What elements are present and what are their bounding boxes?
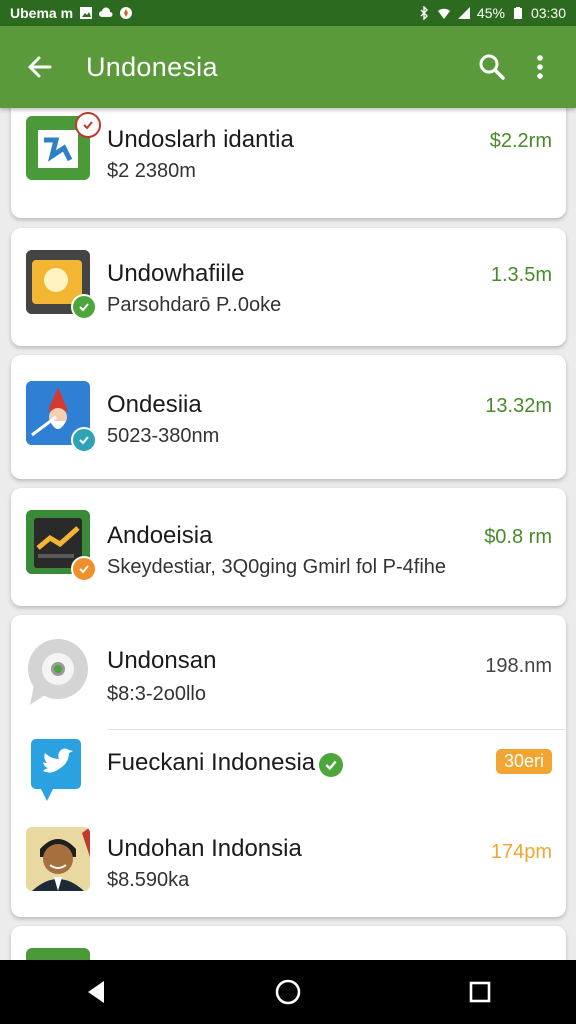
page-title: Undonesia xyxy=(86,51,218,82)
carrier-label: Ubema m xyxy=(10,5,74,21)
item-name: Undohan Indonsia xyxy=(107,835,302,862)
list-card[interactable]: Andoeisia Skeydestiar, 3Q0ging Gmirl fol… xyxy=(11,488,566,606)
item-subtitle: $8.590ka xyxy=(107,869,190,891)
list-item[interactable]: Undowhafiile Parsohdarō P..0oke 1.3.5m xyxy=(11,228,566,338)
check-badge-icon xyxy=(71,556,97,582)
wifi-icon xyxy=(437,8,450,19)
nav-home-button[interactable] xyxy=(258,967,318,1017)
check-badge-icon xyxy=(71,427,97,453)
list-item[interactable]: Undonsan $8:3-2o0llo 198.nm xyxy=(11,615,566,725)
arrow-left-icon xyxy=(28,56,52,78)
app-icon xyxy=(31,739,81,801)
battery-percent: 45% xyxy=(476,5,505,21)
item-value: 1.3.5m xyxy=(490,264,552,286)
app-list[interactable]: Undoslarh idantia $2 2380m $2.2rm Undowh… xyxy=(0,108,576,960)
more-vert-icon xyxy=(537,55,543,79)
item-subtitle: $2 2380m xyxy=(107,160,196,182)
list-card[interactable]: Undonsan $8:3-2o0llo 198.nm Fueckani Ind… xyxy=(11,615,566,917)
notification-badge-icon xyxy=(75,112,101,138)
app-icon xyxy=(26,948,90,960)
list-item[interactable]: Andoeisia Skeydestiar, 3Q0ging Gmirl fol… xyxy=(11,488,566,598)
compass-icon xyxy=(120,7,133,19)
check-badge-icon xyxy=(71,294,97,320)
item-value: $0.8 rm xyxy=(484,526,552,548)
item-name: Andoeisia xyxy=(107,522,213,549)
back-button[interactable] xyxy=(20,47,60,87)
item-value: 13.32m xyxy=(485,395,552,417)
search-icon xyxy=(479,54,505,80)
item-value: 174pm xyxy=(490,841,552,863)
person-avatar-icon xyxy=(26,827,90,891)
item-name: Undonsan xyxy=(107,647,217,674)
clock: 03:30 xyxy=(530,5,566,21)
nav-recents-button[interactable] xyxy=(450,967,510,1017)
navigation-bar xyxy=(0,960,576,1024)
battery-icon xyxy=(513,7,522,19)
item-name: Fueckani Indonesia xyxy=(107,749,316,776)
item-name: Undoslarh idantia xyxy=(107,126,294,153)
image-icon xyxy=(80,7,93,19)
app-bar: Undonesia xyxy=(0,26,576,108)
nav-back-button[interactable] xyxy=(66,967,126,1017)
status-badge: 30eri xyxy=(495,749,552,774)
list-item[interactable]: Undoslarh idantia $2 2380m $2.2rm xyxy=(11,108,566,218)
item-name: Undowhafiile xyxy=(107,260,245,287)
message-bubble-icon xyxy=(28,639,88,705)
status-bar: Ubema m 45% 03:30 xyxy=(0,0,576,26)
item-subtitle: Parsohdarō P..0oke xyxy=(107,294,282,316)
list-card[interactable] xyxy=(11,926,566,960)
triangle-back-icon xyxy=(88,981,104,1003)
list-item[interactable]: Undohan Indonsia $8.590ka 174pm xyxy=(11,811,566,917)
avatar xyxy=(26,827,90,891)
twitter-bird-icon xyxy=(31,739,81,801)
search-button[interactable] xyxy=(470,45,514,89)
list-card[interactable]: Undoslarh idantia $2 2380m $2.2rm xyxy=(11,108,566,218)
item-value: $2.2rm xyxy=(489,130,552,152)
list-card[interactable]: Ondesiia 5023-380nm 13.32m xyxy=(11,355,566,479)
item-subtitle: Skeydestiar, 3Q0ging Gmirl fol P-4fihe xyxy=(107,556,447,578)
signal-icon xyxy=(457,7,470,19)
list-item[interactable]: Fueckani Indonesia 30eri xyxy=(11,729,566,809)
app-icon xyxy=(26,637,90,705)
verified-badge-icon xyxy=(317,751,345,779)
cloud-icon xyxy=(99,7,113,18)
more-options-button[interactable] xyxy=(518,45,562,89)
list-item[interactable]: Ondesiia 5023-380nm 13.32m xyxy=(11,355,566,465)
bluetooth-icon xyxy=(420,6,428,20)
item-subtitle: 5023-380nm xyxy=(107,425,220,447)
item-name: Ondesiia xyxy=(107,391,202,418)
item-subtitle: $8:3-2o0llo xyxy=(107,683,206,705)
item-value: 198.nm xyxy=(485,655,552,677)
circle-home-icon xyxy=(275,979,301,1005)
list-card[interactable]: Undowhafiile Parsohdarō P..0oke 1.3.5m xyxy=(11,228,566,346)
square-recents-icon xyxy=(469,981,491,1003)
